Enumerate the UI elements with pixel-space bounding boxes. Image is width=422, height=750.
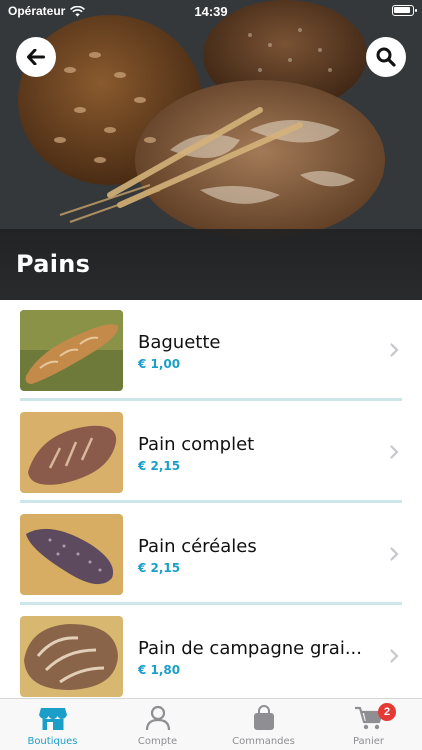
- tab-panier[interactable]: Panier: [316, 699, 421, 750]
- row-separator: [20, 398, 402, 401]
- product-thumbnail: [20, 310, 123, 391]
- chevron-right-icon: [390, 445, 399, 459]
- tab-bar: Boutiques Compte Commandes Panier: [0, 698, 422, 750]
- product-name: Pain de campagne grai...: [138, 638, 362, 659]
- bag-icon: [253, 705, 274, 730]
- tab-label: Commandes: [232, 736, 295, 747]
- row-separator: [20, 602, 402, 605]
- chevron-right-icon: [390, 649, 399, 663]
- product-name: Pain céréales: [138, 536, 257, 557]
- back-button[interactable]: [16, 37, 56, 77]
- hero-banner: Opérateur 14:39 Pains: [0, 0, 422, 300]
- product-item-pain-cereales[interactable]: Pain céréales € 2,15: [20, 504, 402, 606]
- product-item-pain-complet[interactable]: Pain complet € 2,15: [20, 402, 402, 504]
- search-button[interactable]: [366, 37, 406, 77]
- tab-compte[interactable]: Compte: [105, 699, 210, 750]
- battery-icon: [392, 5, 417, 16]
- row-separator: [20, 500, 402, 503]
- product-item-pain-de-campagne[interactable]: Pain de campagne grai... € 1,80: [20, 606, 402, 708]
- product-name: Pain complet: [138, 434, 255, 455]
- status-time: 14:39: [194, 4, 228, 19]
- product-thumbnail: [20, 412, 123, 493]
- chevron-right-icon: [390, 547, 399, 561]
- product-name: Baguette: [138, 332, 221, 353]
- status-bar: Opérateur 14:39: [0, 0, 422, 22]
- store-icon: [38, 708, 67, 730]
- search-icon: [376, 47, 396, 67]
- product-thumbnail: [20, 514, 123, 595]
- tab-commandes[interactable]: Commandes: [211, 699, 316, 750]
- product-thumbnail: [20, 616, 123, 697]
- product-price: € 2,15: [138, 459, 181, 473]
- chevron-right-icon: [390, 343, 399, 357]
- cart-badge: 2: [378, 703, 396, 721]
- arrow-left-icon: [27, 49, 45, 65]
- page-title: Pains: [16, 250, 91, 278]
- product-price: € 1,80: [138, 663, 181, 677]
- product-item-baguette[interactable]: Baguette € 1,00: [20, 300, 402, 402]
- tab-label: Panier: [352, 736, 385, 747]
- tab-boutiques[interactable]: Boutiques: [0, 699, 105, 750]
- product-price: € 1,00: [138, 357, 181, 371]
- tab-label: Compte: [137, 736, 178, 747]
- tab-label: Boutiques: [27, 736, 78, 747]
- user-icon: [145, 705, 170, 731]
- product-price: € 2,15: [138, 561, 181, 575]
